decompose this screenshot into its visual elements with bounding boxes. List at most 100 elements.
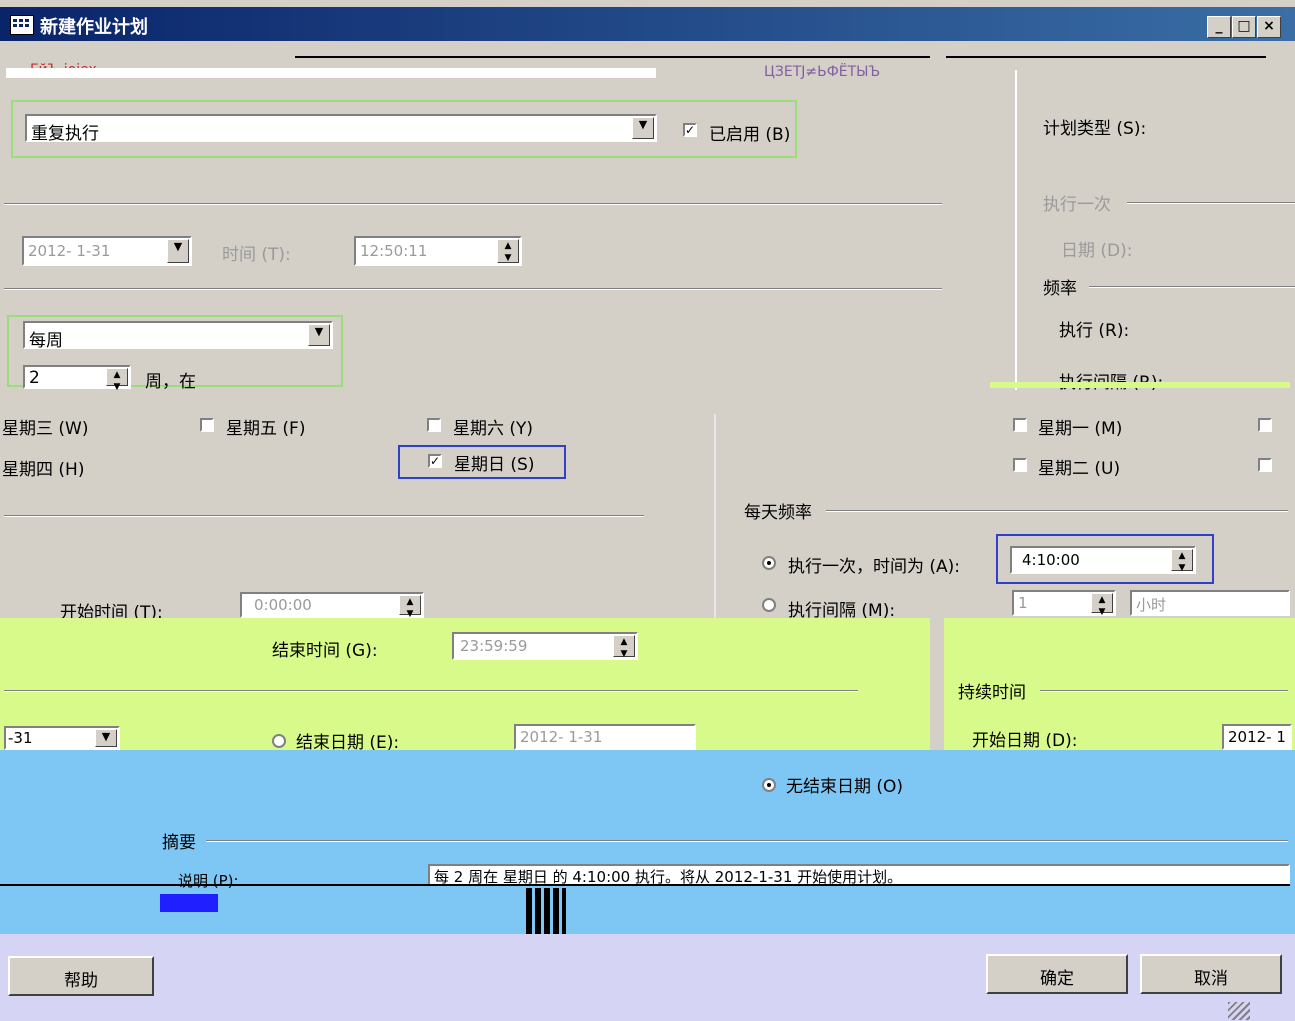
daily-interval-spinner[interactable]: 1 ▲ ▼ xyxy=(1012,590,1116,617)
start-time-spinner[interactable]: 0:00:00 ▲ ▼ xyxy=(240,592,424,619)
schedule-type-group: 重复执行 ▼ ✓ 已启用 (B) xyxy=(11,100,797,158)
recurs-spinner[interactable]: 2 ▲ ▼ xyxy=(23,365,131,392)
divider xyxy=(4,288,942,290)
end-date-value: 2012- 1-31 xyxy=(520,728,603,746)
daily-once-radio[interactable] xyxy=(762,556,776,570)
day-tuesday-label: 星期二 (U) xyxy=(1038,459,1121,479)
ok-button[interactable]: 确定 xyxy=(986,954,1128,994)
enabled-checkbox[interactable]: ✓ xyxy=(683,123,697,137)
daily-interval-unit-value: 小时 xyxy=(1136,596,1167,614)
daily-interval-radio[interactable] xyxy=(762,598,776,612)
noise-label: ЦЗЕТJ≠ЬФЁТЫЪ xyxy=(764,64,881,80)
glitch-block xyxy=(526,888,566,934)
divider xyxy=(4,515,644,517)
end-time-spinner[interactable]: 23:59:59 ▲ ▼ xyxy=(452,632,638,660)
spinner-arrows-icon[interactable]: ▲ ▼ xyxy=(106,368,128,392)
occurs-label: 执行 (R): xyxy=(1059,321,1130,341)
day-thursday-label: 星期四 (H) xyxy=(2,460,85,480)
frequency-section-label: 频率 xyxy=(1043,279,1077,299)
day-wednesday-label: 星期三 (W) xyxy=(2,419,89,439)
enabled-label: 已启用 (B) xyxy=(709,125,791,145)
end-time-value: 23:59:59 xyxy=(460,637,528,655)
daily-interval-value: 1 xyxy=(1018,594,1028,612)
close-button[interactable]: × xyxy=(1257,16,1281,38)
lime-band: 结束时间 (G): 23:59:59 ▲ ▼ 持续时间 -31 ▼ 结束日期 (E… xyxy=(0,618,1295,753)
cancel-button[interactable]: 取消 xyxy=(1140,954,1282,994)
minimize-button[interactable]: _ xyxy=(1207,16,1231,38)
duration-section-label: 持续时间 xyxy=(958,683,1026,703)
left-date-picker[interactable]: -31 ▼ xyxy=(4,726,120,750)
button-bar: 帮助 确定 取消 xyxy=(0,934,1295,1021)
end-date-picker[interactable]: 2012- 1-31 xyxy=(514,724,696,750)
once-section-label: 执行一次 xyxy=(1043,195,1111,215)
daily-interval-unit-select[interactable]: 小时 xyxy=(1130,590,1290,616)
once-date-value: 2012- 1-31 xyxy=(28,242,111,260)
end-date-radio[interactable] xyxy=(272,734,286,748)
spinner-arrows-icon[interactable]: ▲ ▼ xyxy=(613,635,635,659)
day-extra-checkbox[interactable] xyxy=(1258,418,1272,432)
day-friday-label: 星期五 (F) xyxy=(226,419,306,439)
summary-section-label: 摘要 xyxy=(162,833,196,853)
title-bar[interactable]: 新建作业计划 _ □ × xyxy=(0,7,1295,41)
maximize-button[interactable]: □ xyxy=(1232,16,1256,38)
no-end-date-label: 无结束日期 (O) xyxy=(786,777,904,797)
occurs-value: 每周 xyxy=(29,331,63,351)
divider xyxy=(1040,690,1288,692)
spinner-arrows-icon[interactable]: ▲ ▼ xyxy=(1171,549,1193,573)
day-monday-checkbox[interactable] xyxy=(1013,418,1027,432)
chevron-down-icon[interactable]: ▼ xyxy=(95,729,117,747)
description-label: 说明 (P): xyxy=(178,872,239,890)
divider xyxy=(1127,202,1295,204)
edge-line xyxy=(0,884,1290,886)
daily-once-highlight: 4:10:00 ▲ ▼ xyxy=(996,534,1214,584)
spinner-arrows-icon[interactable]: ▲ ▼ xyxy=(497,239,519,263)
day-saturday-label: 星期六 (Y) xyxy=(453,419,534,439)
recurs-suffix: 周，在 xyxy=(145,372,196,392)
once-date-picker[interactable]: 2012- 1-31 ▼ xyxy=(22,236,192,266)
end-time-label: 结束时间 (G): xyxy=(272,641,378,661)
day-sunday-label: 星期日 (S) xyxy=(454,455,535,475)
daily-once-label: 执行一次，时间为 (A): xyxy=(788,557,961,577)
chevron-down-icon[interactable]: ▼ xyxy=(632,117,654,139)
start-date-picker[interactable]: 2012- 1 xyxy=(1222,724,1292,750)
start-date-label: 开始日期 (D): xyxy=(972,731,1078,751)
schedule-type-value: 重复执行 xyxy=(31,124,99,144)
once-time-label: 时间 (T): xyxy=(222,245,291,265)
once-time-value: 12:50:11 xyxy=(360,242,428,260)
day-friday-checkbox[interactable] xyxy=(200,418,214,432)
once-date-label: 日期 (D): xyxy=(1061,241,1133,261)
once-time-spinner[interactable]: 12:50:11 ▲ ▼ xyxy=(354,236,522,266)
name-field[interactable] xyxy=(6,68,656,78)
window-title: 新建作业计划 xyxy=(40,17,148,38)
chevron-down-icon[interactable]: ▼ xyxy=(167,239,189,263)
day-extra-checkbox[interactable] xyxy=(1258,458,1272,472)
no-end-date-radio[interactable] xyxy=(762,778,776,792)
day-sunday-checkbox[interactable]: ✓ xyxy=(428,454,442,468)
schedule-type-label: 计划类型 (S): xyxy=(1043,119,1147,139)
occurs-select[interactable]: 每周 ▼ xyxy=(23,321,333,351)
left-date-value: -31 xyxy=(8,729,33,747)
help-button[interactable]: 帮助 xyxy=(8,956,154,996)
spinner-arrows-icon[interactable]: ▲ ▼ xyxy=(399,595,421,619)
divider xyxy=(206,840,1288,842)
glitch-strip xyxy=(990,382,1290,388)
sky-band: 无结束日期 (O) 摘要 说明 (P): 每 2 周在 星期日 的 4:10:0… xyxy=(0,750,1295,934)
app-icon xyxy=(10,15,34,35)
start-time-value: 0:00:00 xyxy=(254,596,312,614)
description-field[interactable]: 每 2 周在 星期日 的 4:10:00 执行。将从 2012-1-31 开始使… xyxy=(428,864,1290,886)
day-tuesday-checkbox[interactable] xyxy=(1013,458,1027,472)
start-date-value: 2012- 1 xyxy=(1228,728,1286,746)
right-label-panel: 计划类型 (S): 执行一次 日期 (D): 频率 执行 (R): 执行间隔 (… xyxy=(1015,70,1295,393)
frequency-group: 每周 ▼ 2 ▲ ▼ 周，在 xyxy=(7,315,343,392)
resize-grip-icon[interactable] xyxy=(1228,1002,1250,1020)
schedule-type-select[interactable]: 重复执行 ▼ xyxy=(25,114,657,144)
divider xyxy=(714,414,716,618)
daily-once-time-value: 4:10:00 xyxy=(1022,551,1080,569)
glitch-block xyxy=(160,894,218,912)
daily-once-time-spinner[interactable]: 4:10:00 ▲ ▼ xyxy=(1010,546,1196,574)
divider xyxy=(930,618,944,750)
edge-line xyxy=(946,56,1266,58)
chevron-down-icon[interactable]: ▼ xyxy=(308,324,330,346)
day-saturday-checkbox[interactable] xyxy=(427,418,441,432)
spinner-arrows-icon[interactable]: ▲ ▼ xyxy=(1091,593,1113,617)
